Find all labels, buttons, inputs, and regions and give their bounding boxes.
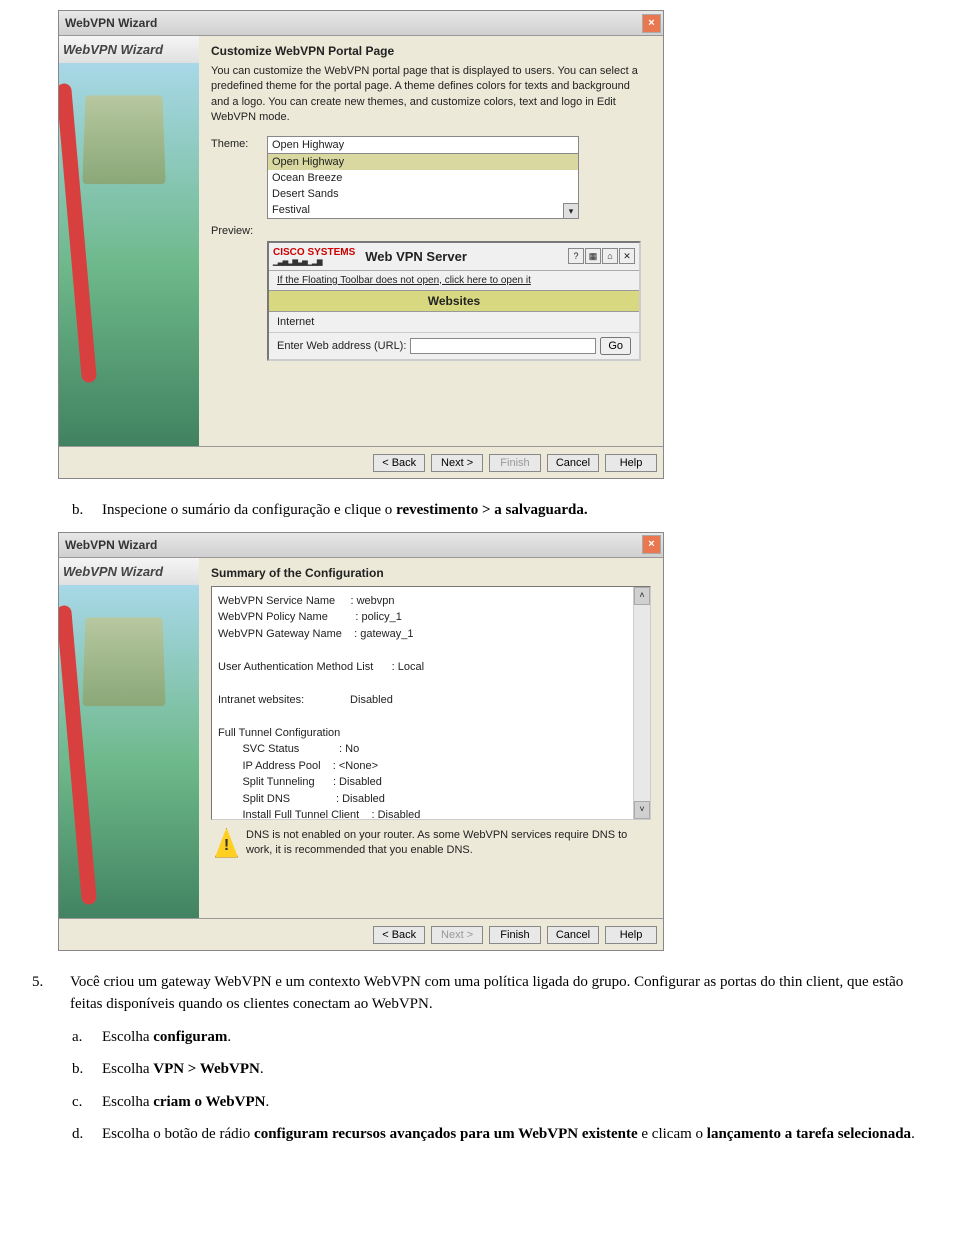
scroll-down-icon[interactable]: ˅ [634, 801, 650, 819]
preview-title: Web VPN Server [365, 249, 568, 264]
window-title: WebVPN Wizard [65, 538, 642, 552]
banner-logo: WebVPN Wizard [59, 558, 199, 585]
document-text: 5. Você criou um gateway WebVPN e um con… [0, 971, 960, 1146]
button-bar: < Back Next > Finish Cancel Help [59, 446, 663, 478]
finish-button[interactable]: Finish [489, 926, 541, 944]
cancel-button[interactable]: Cancel [547, 926, 599, 944]
list-marker: 5. [32, 971, 43, 994]
intro-text: You can customize the WebVPN portal page… [211, 64, 651, 126]
go-button[interactable]: Go [600, 337, 631, 355]
scrollbar[interactable]: ˄ ˅ [633, 587, 650, 819]
titlebar[interactable]: WebVPN Wizard × [59, 533, 663, 558]
close-icon[interactable]: × [642, 14, 661, 33]
internet-row: Internet [269, 312, 639, 333]
document-text: b. Inspecione o sumário da configuração … [0, 499, 960, 522]
help-button[interactable]: Help [605, 454, 657, 472]
scroll-up-icon[interactable]: ˄ [634, 587, 650, 605]
floating-toolbar-link[interactable]: If the Floating Toolbar does not open, c… [269, 271, 639, 290]
theme-label: Theme: [211, 136, 267, 150]
tile-icon[interactable]: ▦ [585, 248, 601, 264]
theme-option[interactable]: Desert Sands [268, 186, 578, 202]
banner-art [59, 63, 199, 446]
button-bar: < Back Next > Finish Cancel Help [59, 918, 663, 950]
summary-textarea: WebVPN Service Name : webvpn WebVPN Poli… [211, 586, 651, 820]
wizard-summary: WebVPN Wizard × WebVPN Wizard Summary of… [58, 532, 664, 951]
window-title: WebVPN Wizard [65, 16, 642, 30]
theme-dropdown[interactable]: Open Highway Open Highway Ocean Breeze D… [267, 136, 579, 219]
next-button: Next > [431, 926, 483, 944]
wizard-content: Customize WebVPN Portal Page You can cus… [199, 36, 663, 446]
theme-option[interactable]: Ocean Breeze [268, 170, 578, 186]
warning-icon [215, 828, 238, 858]
chevron-down-icon[interactable]: ▾ [563, 203, 579, 219]
side-banner: WebVPN Wizard [59, 558, 199, 918]
wizard-content: Summary of the Configuration WebVPN Serv… [199, 558, 663, 918]
close-icon[interactable]: × [642, 535, 661, 554]
help-button[interactable]: Help [605, 926, 657, 944]
theme-options: Open Highway Ocean Breeze Desert Sands F… [268, 154, 578, 218]
cisco-logo: CISCO SYSTEMS▁▃▅▂▆▃▅▁▂▆ [273, 247, 355, 266]
url-input[interactable] [410, 338, 596, 354]
help-icon[interactable]: ? [568, 248, 584, 264]
side-banner: WebVPN Wizard [59, 36, 199, 446]
wizard-portal-page: WebVPN Wizard × WebVPN Wizard Customize … [58, 10, 664, 479]
warning-text: DNS is not enabled on your router. As so… [246, 828, 647, 859]
cancel-button[interactable]: Cancel [547, 454, 599, 472]
portal-preview: CISCO SYSTEMS▁▃▅▂▆▃▅▁▂▆ Web VPN Server ?… [267, 241, 641, 361]
titlebar[interactable]: WebVPN Wizard × [59, 11, 663, 36]
preview-label: Preview: [211, 223, 267, 237]
preview-toolbar-icons: ? ▦ ⌂ ✕ [568, 248, 635, 264]
close-icon[interactable]: ✕ [619, 248, 635, 264]
finish-button: Finish [489, 454, 541, 472]
page-heading: Summary of the Configuration [211, 566, 651, 580]
url-label: Enter Web address (URL): [277, 340, 406, 352]
theme-selected: Open Highway [268, 137, 578, 154]
websites-header: Websites [269, 290, 639, 312]
theme-option[interactable]: Festival [268, 202, 578, 218]
banner-logo: WebVPN Wizard [59, 36, 199, 63]
home-icon[interactable]: ⌂ [602, 248, 618, 264]
banner-art [59, 585, 199, 918]
theme-option[interactable]: Open Highway [268, 154, 578, 170]
back-button[interactable]: < Back [373, 926, 425, 944]
back-button[interactable]: < Back [373, 454, 425, 472]
next-button[interactable]: Next > [431, 454, 483, 472]
list-marker: b. [72, 499, 83, 522]
page-heading: Customize WebVPN Portal Page [211, 44, 651, 58]
warning-row: DNS is not enabled on your router. As so… [211, 820, 651, 867]
